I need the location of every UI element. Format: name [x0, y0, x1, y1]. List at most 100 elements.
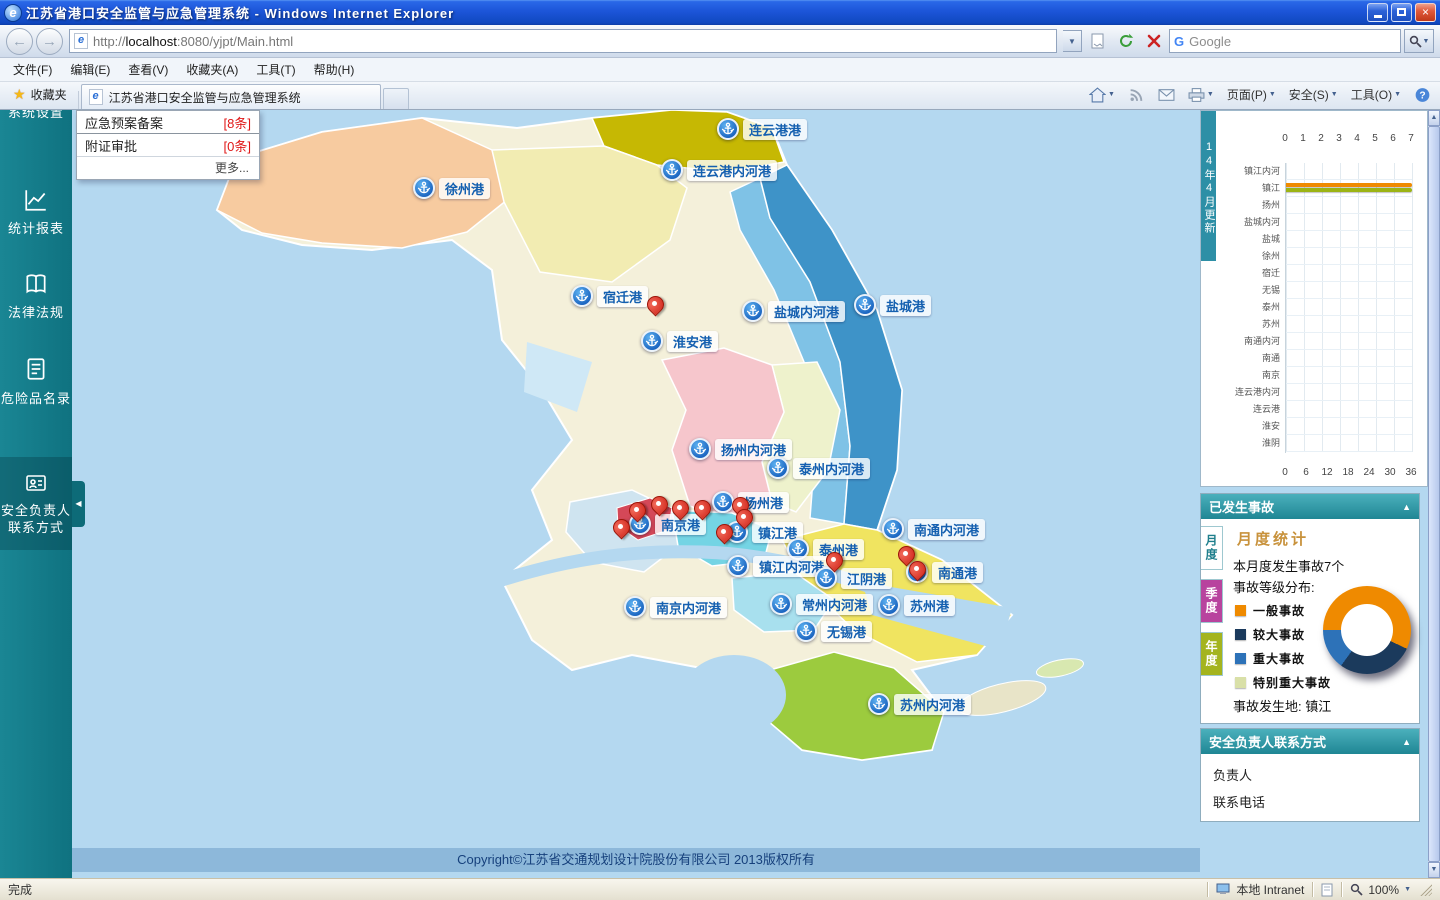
tab-main[interactable]: e 江苏省港口安全监管与应急管理系统 — [81, 84, 381, 109]
port-marker-21[interactable]: 无锡港 — [795, 620, 872, 642]
chart-row-line — [1286, 264, 1412, 265]
contact-panel-header[interactable]: 安全负责人联系方式 ▲ — [1201, 729, 1419, 754]
menu-item-2[interactable]: 编辑(E) — [61, 60, 119, 80]
rss-icon — [1128, 87, 1145, 103]
port-marker-5[interactable]: 淮安港 — [641, 330, 718, 352]
quick-row-1[interactable]: 应急预案备案[8条] — [77, 111, 259, 134]
port-label: 南京内河港 — [650, 597, 727, 618]
search-dropdown-caret: ▼ — [1423, 38, 1430, 45]
accident-tab-2[interactable]: 季度 — [1201, 579, 1223, 623]
menu-item-1[interactable]: 文件(F) — [4, 60, 61, 80]
sidebar-item-hazardous-list[interactable]: 危险品名录 — [0, 355, 72, 407]
stop-button[interactable] — [1141, 29, 1166, 54]
port-marker-2[interactable]: 连云港内河港 — [661, 159, 777, 181]
port-marker-4[interactable]: 宿迁港 — [571, 285, 648, 307]
quick-row-2[interactable]: 附证审批[0条] — [77, 134, 259, 157]
home-button[interactable]: ▼ — [1084, 85, 1120, 105]
tools-menu-button[interactable]: 工具(O) ▼ — [1346, 84, 1406, 105]
sidebar: 系统设置统计报表法律法规危险品名录安全负责人联系方式◀ — [0, 110, 72, 878]
sidebar-item-system-settings[interactable]: 系统设置 — [0, 110, 72, 121]
search-button[interactable]: ▼ — [1404, 29, 1434, 53]
zoom-control[interactable]: 100% ▼ — [1350, 883, 1411, 897]
contact-row-2[interactable]: 联系电话 — [1213, 789, 1407, 816]
port-marker-9[interactable]: 泰州内河港 — [767, 457, 870, 479]
back-button[interactable]: ← — [6, 28, 33, 55]
port-marker-14[interactable]: 南通内河港 — [882, 518, 985, 540]
accident-tab-1[interactable]: 月度 — [1201, 526, 1223, 570]
chart-category-label: 淮阴 — [1216, 435, 1280, 452]
safety-menu-button[interactable]: 安全(S) ▼ — [1284, 84, 1343, 105]
chart-gridline — [1340, 163, 1341, 452]
sidebar-collapse-tab[interactable]: ◀ — [72, 481, 85, 527]
sidebar-item-laws[interactable]: 法律法规 — [0, 271, 72, 321]
port-marker-18[interactable]: 南京内河港 — [624, 596, 727, 618]
sidebar-item-safety-contacts[interactable]: 安全负责人联系方式◀ — [0, 457, 72, 550]
accidents-panel-header[interactable]: 已发生事故 ▲ — [1201, 494, 1419, 519]
chart-bar — [1286, 183, 1412, 187]
port-marker-22[interactable]: 苏州内河港 — [868, 693, 971, 715]
minimize-button[interactable] — [1367, 3, 1388, 22]
scroll-up-button[interactable]: ▲ — [1428, 110, 1440, 126]
print-button[interactable]: ▼ — [1183, 85, 1219, 105]
quick-row-count: [0条] — [224, 136, 251, 155]
resize-grip[interactable] — [1419, 883, 1432, 896]
collapse-up-icon[interactable]: ▲ — [1402, 737, 1411, 747]
sidebar-item-label: 法律法规 — [8, 304, 64, 321]
port-marker-19[interactable]: 常州内河港 — [770, 593, 873, 615]
menu-item-6[interactable]: 帮助(H) — [305, 60, 364, 80]
url-dropdown-button[interactable]: ▼ — [1063, 30, 1082, 52]
port-marker-3[interactable]: 徐州港 — [413, 177, 490, 199]
port-marker-20[interactable]: 苏州港 — [878, 594, 955, 616]
search-input[interactable]: G Google — [1169, 29, 1401, 53]
help-icon: ? — [1414, 87, 1431, 103]
scroll-thumb[interactable] — [1428, 126, 1440, 862]
port-marker-7[interactable]: 盐城港 — [854, 294, 931, 316]
port-marker-6[interactable]: 盐城内河港 — [742, 300, 845, 322]
help-button[interactable]: ? — [1409, 85, 1436, 105]
sidebar-item-label: 危险品名录 — [1, 390, 71, 407]
menu-item-5[interactable]: 工具(T) — [247, 60, 304, 80]
port-marker-16[interactable]: 江阴港 — [815, 567, 892, 589]
sidebar-item-statistics[interactable]: 统计报表 — [0, 187, 72, 237]
maximize-button[interactable] — [1391, 3, 1412, 22]
port-label: 苏州内河港 — [894, 694, 971, 715]
refresh-button[interactable] — [1113, 29, 1138, 54]
anchor-icon — [717, 118, 739, 140]
chart-category-label: 镇江 — [1216, 180, 1280, 197]
port-marker-10[interactable]: 扬州港 — [712, 491, 789, 513]
url-field[interactable]: e http://localhost:8080/yjpt/Main.html — [69, 29, 1057, 53]
port-marker-1[interactable]: 连云港港 — [717, 118, 807, 140]
chart-bottom-tick: 24 — [1363, 467, 1374, 478]
port-marker-11[interactable]: 南京港 — [629, 513, 706, 535]
menu-item-3[interactable]: 查看(V) — [119, 60, 177, 80]
chart-bottom-tick: 30 — [1384, 467, 1395, 478]
compatibility-view-button[interactable] — [1085, 29, 1110, 54]
right-column: 14年4月更新 01234567 镇江内河镇江扬州盐城内河盐城徐州宿迁无锡泰州苏… — [1200, 110, 1428, 878]
accidents-distribution-label: 事故等级分布: — [1233, 577, 1315, 596]
quick-row-label: 应急预案备案 — [85, 113, 163, 132]
chart-top-tick: 3 — [1336, 133, 1342, 144]
contact-row-1[interactable]: 负责人 — [1213, 762, 1407, 789]
menu-item-4[interactable]: 收藏夹(A) — [177, 60, 247, 80]
accidents-period-tabs: 月度季度年度 — [1201, 526, 1219, 685]
chart-row-line — [1286, 315, 1412, 316]
favorites-button[interactable]: ★ 收藏夹 — [4, 82, 76, 107]
page-menu-button[interactable]: 页面(P) ▼ — [1222, 84, 1281, 105]
read-mail-button[interactable] — [1153, 85, 1180, 105]
zoom-level: 100% — [1368, 883, 1399, 897]
feeds-button[interactable] — [1123, 85, 1150, 105]
legend-label: 较大事故 — [1253, 626, 1305, 643]
quick-menu-more[interactable]: 更多... — [77, 157, 259, 179]
accident-tab-3[interactable]: 年度 — [1201, 632, 1223, 676]
vertical-scrollbar[interactable]: ▲ ▼ — [1428, 110, 1440, 878]
anchor-icon — [413, 177, 435, 199]
scroll-down-button[interactable]: ▼ — [1428, 862, 1440, 878]
divider — [1341, 882, 1342, 897]
port-marker-17[interactable]: 南通港 — [906, 561, 983, 583]
close-button[interactable]: × — [1415, 3, 1436, 22]
collapse-up-icon[interactable]: ▲ — [1402, 502, 1411, 512]
chart-category-label: 连云港 — [1216, 401, 1280, 418]
forward-button[interactable]: → — [36, 28, 63, 55]
port-label: 南京港 — [655, 514, 706, 535]
new-tab-button[interactable] — [383, 88, 409, 109]
